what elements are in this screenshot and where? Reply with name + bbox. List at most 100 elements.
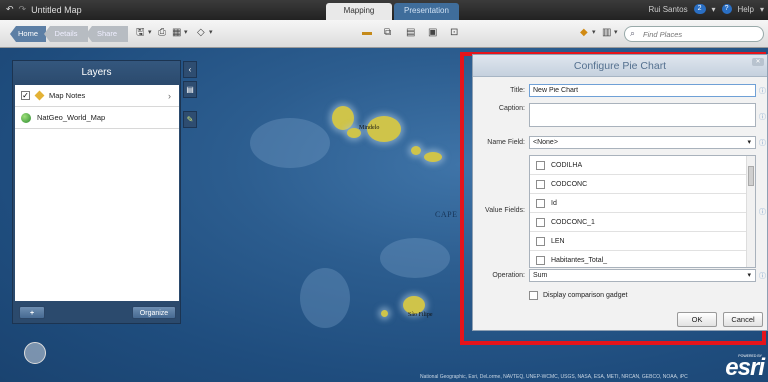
scrollbar-thumb[interactable] (748, 166, 754, 186)
notification-badge[interactable]: 2 (693, 4, 706, 14)
value-field-item[interactable]: CODCONC_1 (530, 213, 755, 232)
chevron-down-icon[interactable]: ▾ (712, 5, 716, 14)
title-bar: ↶ ↷ Untitled Map Mapping Presentation Ru… (0, 0, 768, 20)
value-field-item[interactable]: CODILHA (530, 156, 755, 175)
value-field-checkbox[interactable] (536, 236, 545, 246)
details-button[interactable]: Details (44, 26, 88, 42)
comparison-gadget-option[interactable]: Display comparison gadget (529, 291, 627, 300)
collapse-panel-button[interactable]: ‹ (183, 61, 197, 78)
grid-icon[interactable]: ▦ (172, 27, 181, 39)
edit-panel-icon[interactable]: ✎ (183, 111, 197, 128)
comparison-gadget-label: Display comparison gadget (543, 292, 628, 299)
layers-panel-title: Layers (13, 61, 180, 85)
value-field-label: LEN (551, 237, 565, 245)
globe-icon (21, 112, 31, 123)
value-field-item[interactable]: Id (530, 194, 755, 213)
user-name[interactable]: Rui Santos (648, 5, 687, 14)
chevron-down-icon[interactable]: ▾ (592, 27, 596, 39)
island (424, 152, 442, 162)
value-fields-list[interactable]: CODILHA CODCONC Id CODCONC_1 LEN Habitan… (529, 155, 756, 268)
island (332, 106, 354, 130)
operation-value: Sum (533, 272, 548, 279)
table-icon[interactable]: ▤ (406, 27, 415, 39)
redo-icon[interactable]: ↷ (19, 4, 27, 15)
search-icon: ⌕ (630, 28, 636, 38)
layers-list: ✓ Map Notes › NatGeo_World_Map (15, 85, 179, 301)
title-left: ↶ ↷ Untitled Map (6, 4, 82, 15)
find-places-input[interactable] (641, 28, 761, 40)
seafloor-feature (300, 268, 350, 328)
value-field-checkbox[interactable] (536, 179, 545, 189)
help-menu[interactable]: Help (738, 5, 754, 14)
tab-mapping[interactable]: Mapping (326, 3, 392, 20)
chevron-down-icon[interactable]: ▾ (614, 27, 618, 39)
basemap-icon[interactable]: ▬ (362, 27, 372, 39)
map-title: Untitled Map (31, 4, 82, 15)
value-field-checkbox[interactable] (536, 217, 545, 227)
info-icon[interactable]: ⓘ (759, 86, 766, 96)
compass-icon[interactable] (24, 342, 46, 364)
chevron-right-icon[interactable]: › (168, 91, 171, 101)
layers-icon[interactable]: ⧉ (384, 27, 391, 39)
map-attribution: National Geographic, Esri, DeLorme, NAVT… (420, 374, 688, 380)
organize-button[interactable]: Organize (132, 306, 176, 319)
value-field-label: Habitantes_Total_ (551, 256, 608, 264)
layer-visibility-checkbox[interactable]: ✓ (21, 91, 30, 100)
ok-button[interactable]: OK (677, 312, 717, 327)
caption-label: Caption: (498, 105, 525, 112)
info-icon[interactable]: ⓘ (759, 112, 766, 122)
value-field-label: CODCONC (551, 180, 588, 188)
name-field-value: <None> (533, 139, 558, 146)
save-icon[interactable]: 🖫 (136, 27, 145, 39)
legend-icon[interactable]: ▣ (428, 27, 437, 39)
value-field-checkbox[interactable] (536, 198, 545, 208)
popup-icon[interactable]: ⊡ (450, 27, 458, 39)
value-field-checkbox[interactable] (536, 160, 545, 170)
find-places-box[interactable]: ⌕ (624, 26, 764, 42)
layers-panel: Layers ✓ Map Notes › NatGeo_World_Map + … (12, 60, 181, 324)
measure-icon[interactable]: ◇ (197, 27, 205, 39)
layers-panel-icon[interactable]: ▤ (183, 81, 197, 98)
info-icon[interactable]: ⓘ (759, 138, 766, 148)
info-icon[interactable]: ⓘ (759, 271, 766, 281)
caption-field[interactable] (529, 103, 756, 127)
value-fields-scrollbar[interactable] (746, 156, 755, 267)
title-field[interactable] (529, 84, 756, 97)
layer-item-map-notes[interactable]: ✓ Map Notes › (15, 85, 179, 107)
map-notes-icon (34, 90, 45, 101)
title-right: Rui Santos 2 ▾ ? Help ▾ (648, 4, 764, 14)
name-field-select[interactable]: <None> ▾ (529, 136, 756, 149)
seafloor-feature (250, 118, 330, 168)
home-button[interactable]: Home (10, 26, 46, 42)
main-toolbar: Home Details Share 🖫 ▾ ⎙ ▦ ▾ ◇ ▾ ▬ ⧉ ▤ ▣… (0, 20, 768, 48)
chart-icon[interactable]: ▥ (602, 27, 611, 39)
chevron-down-icon[interactable]: ▾ (209, 27, 213, 39)
chevron-down-icon[interactable]: ▾ (747, 271, 751, 279)
add-layer-button[interactable]: + (19, 306, 45, 319)
value-field-item[interactable]: CODCONC (530, 175, 755, 194)
edit-icon[interactable]: ◆ (580, 27, 588, 39)
chevron-down-icon[interactable]: ▾ (747, 138, 751, 146)
chevron-down-icon[interactable]: ▾ (760, 5, 764, 14)
close-icon[interactable]: ✕ (752, 58, 764, 66)
cancel-button[interactable]: Cancel (723, 312, 763, 327)
share-button[interactable]: Share (86, 26, 128, 42)
info-icon[interactable]: ⓘ (759, 207, 766, 217)
value-field-item[interactable]: Habitantes_Total_ (530, 251, 755, 267)
seafloor-feature (380, 238, 450, 278)
value-fields-label: Value Fields: (485, 207, 525, 214)
undo-icon[interactable]: ↶ (6, 4, 14, 15)
chevron-down-icon[interactable]: ▾ (148, 27, 152, 39)
print-icon[interactable]: ⎙ (158, 27, 166, 39)
value-field-item[interactable]: LEN (530, 232, 755, 251)
tab-presentation[interactable]: Presentation (394, 3, 459, 20)
value-field-checkbox[interactable] (536, 255, 545, 265)
layer-label: NatGeo_World_Map (37, 113, 106, 122)
configure-pie-chart-dialog: Configure Pie Chart ✕ Title: ⓘ Caption: … (472, 54, 768, 331)
layer-item-basemap[interactable]: NatGeo_World_Map (15, 107, 179, 129)
comparison-gadget-checkbox[interactable] (529, 291, 538, 300)
operation-select[interactable]: Sum ▾ (529, 269, 756, 282)
layer-label: Map Notes (49, 91, 86, 100)
chevron-down-icon[interactable]: ▾ (184, 27, 188, 39)
help-icon[interactable]: ? (721, 4, 732, 14)
